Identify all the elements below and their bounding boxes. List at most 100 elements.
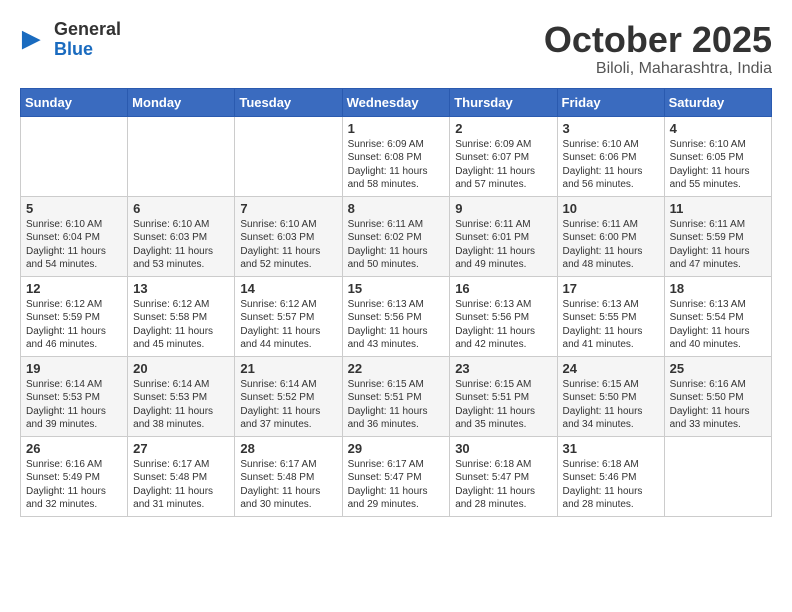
calendar-cell: 13 Sunrise: 6:12 AM Sunset: 5:58 PM Dayli… (128, 276, 235, 356)
calendar-cell: 15 Sunrise: 6:13 AM Sunset: 5:56 PM Dayli… (342, 276, 450, 356)
day-number: 20 (133, 361, 229, 376)
cell-info: Sunrise: 6:12 AM Sunset: 5:59 PM Dayligh… (26, 298, 122, 352)
calendar-table: SundayMondayTuesdayWednesdayThursdayFrid… (20, 88, 772, 517)
day-number: 13 (133, 281, 229, 296)
calendar-cell: 27 Sunrise: 6:17 AM Sunset: 5:48 PM Dayli… (128, 436, 235, 516)
day-number: 27 (133, 441, 229, 456)
calendar-cell: 19Sunrise: 6:14 AM Sunset: 5:53 PM Dayli… (21, 356, 128, 436)
calendar-week-row: 26Sunrise: 6:16 AM Sunset: 5:49 PM Dayli… (21, 436, 772, 516)
calendar-cell: 5 Sunrise: 6:10 AM Sunset: 6:04 PM Daylig… (21, 196, 128, 276)
day-number: 23 (455, 361, 551, 376)
cell-info: Sunrise: 6:17 AM Sunset: 5:48 PM Dayligh… (240, 458, 336, 512)
calendar-cell: 4 Sunrise: 6:10 AM Sunset: 6:05 PM Daylig… (664, 116, 771, 196)
title-block: October 2025 Biloli, Maharashtra, India (544, 20, 772, 78)
cell-info: Sunrise: 6:15 AM Sunset: 5:51 PM Dayligh… (455, 378, 551, 432)
weekday-header-thursday: Thursday (450, 88, 557, 116)
day-number: 21 (240, 361, 336, 376)
cell-info: Sunrise: 6:09 AM Sunset: 6:07 PM Dayligh… (455, 138, 551, 192)
cell-info: Sunrise: 6:10 AM Sunset: 6:04 PM Dayligh… (26, 218, 122, 272)
weekday-header-row: SundayMondayTuesdayWednesdayThursdayFrid… (21, 88, 772, 116)
day-number: 4 (670, 121, 766, 136)
calendar-cell: 26Sunrise: 6:16 AM Sunset: 5:49 PM Dayli… (21, 436, 128, 516)
cell-info: Sunrise: 6:12 AM Sunset: 5:57 PM Dayligh… (240, 298, 336, 352)
cell-info: Sunrise: 6:14 AM Sunset: 5:53 PM Dayligh… (133, 378, 229, 432)
cell-info: Sunrise: 6:16 AM Sunset: 5:50 PM Dayligh… (670, 378, 766, 432)
cell-info: Sunrise: 6:11 AM Sunset: 6:02 PM Dayligh… (348, 218, 445, 272)
cell-info: Sunrise: 6:11 AM Sunset: 5:59 PM Dayligh… (670, 218, 766, 272)
cell-info: Sunrise: 6:09 AM Sunset: 6:08 PM Dayligh… (348, 138, 445, 192)
calendar-cell: 6Sunrise: 6:10 AM Sunset: 6:03 PM Daylig… (128, 196, 235, 276)
day-number: 11 (670, 201, 766, 216)
logo: ▶ General Blue (20, 20, 121, 60)
day-number: 3 (563, 121, 659, 136)
cell-info: Sunrise: 6:15 AM Sunset: 5:51 PM Dayligh… (348, 378, 445, 432)
cell-info: Sunrise: 6:15 AM Sunset: 5:50 PM Dayligh… (563, 378, 659, 432)
calendar-cell: 21Sunrise: 6:14 AM Sunset: 5:52 PM Dayli… (235, 356, 342, 436)
calendar-cell: 24 Sunrise: 6:15 AM Sunset: 5:50 PM Dayli… (557, 356, 664, 436)
day-number: 18 (670, 281, 766, 296)
calendar-cell: 29Sunrise: 6:17 AM Sunset: 5:47 PM Dayli… (342, 436, 450, 516)
calendar-cell: 1 Sunrise: 6:09 AM Sunset: 6:08 PM Daylig… (342, 116, 450, 196)
day-number: 10 (563, 201, 659, 216)
calendar-cell: 11 Sunrise: 6:11 AM Sunset: 5:59 PM Dayli… (664, 196, 771, 276)
calendar-cell: 2 Sunrise: 6:09 AM Sunset: 6:07 PM Daylig… (450, 116, 557, 196)
cell-info: Sunrise: 6:16 AM Sunset: 5:49 PM Dayligh… (26, 458, 122, 512)
calendar-cell: 10 Sunrise: 6:11 AM Sunset: 6:00 PM Dayli… (557, 196, 664, 276)
weekday-header-wednesday: Wednesday (342, 88, 450, 116)
cell-info: Sunrise: 6:10 AM Sunset: 6:03 PM Dayligh… (240, 218, 336, 272)
calendar-cell (21, 116, 128, 196)
cell-info: Sunrise: 6:13 AM Sunset: 5:56 PM Dayligh… (455, 298, 551, 352)
logo-icon: ▶ (20, 26, 48, 54)
calendar-cell (664, 436, 771, 516)
day-number: 22 (348, 361, 445, 376)
calendar-cell: 8 Sunrise: 6:11 AM Sunset: 6:02 PM Daylig… (342, 196, 450, 276)
day-number: 9 (455, 201, 551, 216)
calendar-cell: 3 Sunrise: 6:10 AM Sunset: 6:06 PM Daylig… (557, 116, 664, 196)
calendar-cell: 12Sunrise: 6:12 AM Sunset: 5:59 PM Dayli… (21, 276, 128, 356)
calendar-cell: 20 Sunrise: 6:14 AM Sunset: 5:53 PM Dayli… (128, 356, 235, 436)
calendar-cell: 28Sunrise: 6:17 AM Sunset: 5:48 PM Dayli… (235, 436, 342, 516)
cell-info: Sunrise: 6:11 AM Sunset: 6:00 PM Dayligh… (563, 218, 659, 272)
calendar-cell: 30Sunrise: 6:18 AM Sunset: 5:47 PM Dayli… (450, 436, 557, 516)
calendar-cell: 17 Sunrise: 6:13 AM Sunset: 5:55 PM Dayli… (557, 276, 664, 356)
day-number: 2 (455, 121, 551, 136)
calendar-cell: 25 Sunrise: 6:16 AM Sunset: 5:50 PM Dayli… (664, 356, 771, 436)
calendar-cell: 23 Sunrise: 6:15 AM Sunset: 5:51 PM Dayli… (450, 356, 557, 436)
cell-info: Sunrise: 6:10 AM Sunset: 6:05 PM Dayligh… (670, 138, 766, 192)
calendar-cell: 31Sunrise: 6:18 AM Sunset: 5:46 PM Dayli… (557, 436, 664, 516)
day-number: 29 (348, 441, 445, 456)
location: Biloli, Maharashtra, India (544, 60, 772, 78)
day-number: 24 (563, 361, 659, 376)
calendar-cell: 16Sunrise: 6:13 AM Sunset: 5:56 PM Dayli… (450, 276, 557, 356)
day-number: 17 (563, 281, 659, 296)
day-number: 19 (26, 361, 122, 376)
weekday-header-tuesday: Tuesday (235, 88, 342, 116)
day-number: 5 (26, 201, 122, 216)
day-number: 8 (348, 201, 445, 216)
cell-info: Sunrise: 6:12 AM Sunset: 5:58 PM Dayligh… (133, 298, 229, 352)
calendar-cell (128, 116, 235, 196)
cell-info: Sunrise: 6:17 AM Sunset: 5:48 PM Dayligh… (133, 458, 229, 512)
calendar-cell: 22 Sunrise: 6:15 AM Sunset: 5:51 PM Dayli… (342, 356, 450, 436)
day-number: 6 (133, 201, 229, 216)
svg-text:▶: ▶ (22, 26, 41, 53)
day-number: 25 (670, 361, 766, 376)
page-header: ▶ General Blue October 2025 Biloli, Maha… (20, 20, 772, 78)
day-number: 7 (240, 201, 336, 216)
cell-info: Sunrise: 6:13 AM Sunset: 5:54 PM Dayligh… (670, 298, 766, 352)
calendar-week-row: 1 Sunrise: 6:09 AM Sunset: 6:08 PM Daylig… (21, 116, 772, 196)
calendar-cell: 9Sunrise: 6:11 AM Sunset: 6:01 PM Daylig… (450, 196, 557, 276)
cell-info: Sunrise: 6:13 AM Sunset: 5:55 PM Dayligh… (563, 298, 659, 352)
calendar-week-row: 12Sunrise: 6:12 AM Sunset: 5:59 PM Dayli… (21, 276, 772, 356)
day-number: 1 (348, 121, 445, 136)
day-number: 15 (348, 281, 445, 296)
cell-info: Sunrise: 6:13 AM Sunset: 5:56 PM Dayligh… (348, 298, 445, 352)
calendar-week-row: 5 Sunrise: 6:10 AM Sunset: 6:04 PM Daylig… (21, 196, 772, 276)
day-number: 30 (455, 441, 551, 456)
month-title: October 2025 (544, 20, 772, 60)
weekday-header-friday: Friday (557, 88, 664, 116)
cell-info: Sunrise: 6:10 AM Sunset: 6:06 PM Dayligh… (563, 138, 659, 192)
weekday-header-saturday: Saturday (664, 88, 771, 116)
day-number: 14 (240, 281, 336, 296)
weekday-header-monday: Monday (128, 88, 235, 116)
